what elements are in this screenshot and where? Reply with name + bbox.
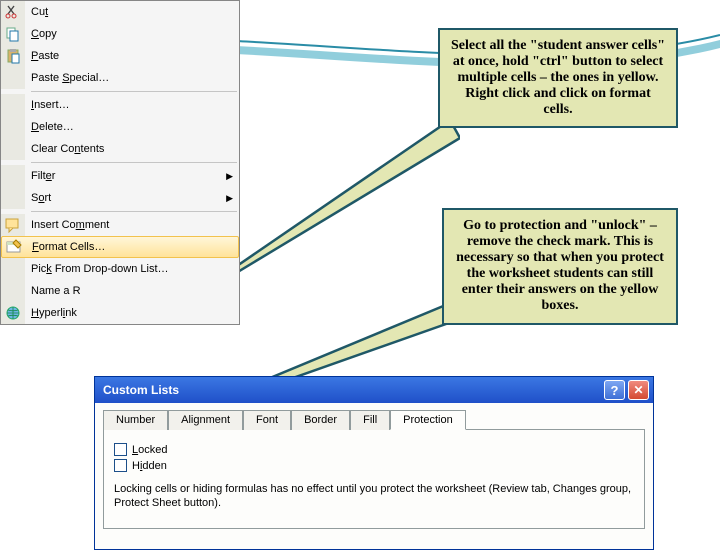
menu-delete[interactable]: Delete…: [1, 116, 239, 138]
menu-sort-label: Sort: [31, 192, 226, 204]
context-menu: Cut Copy Paste Paste Special… Insert… De…: [0, 0, 240, 325]
paste-icon: [5, 48, 21, 64]
menu-clear-label: Clear Contents: [31, 143, 233, 155]
protection-hint: Locking cells or hiding formulas has no …: [114, 482, 634, 511]
menu-cut-label: Cut: [31, 6, 233, 18]
menu-hyperlink-label: Hyperlink: [31, 307, 233, 319]
help-icon: ?: [611, 383, 619, 398]
tab-border[interactable]: Border: [291, 410, 350, 430]
submenu-arrow-icon: ▶: [226, 193, 233, 204]
menu-name-range[interactable]: Name a R: [1, 280, 239, 302]
separator: [31, 91, 237, 92]
menu-filter[interactable]: Filter ▶: [1, 165, 239, 187]
close-icon: ✕: [633, 383, 643, 397]
separator: [31, 211, 237, 212]
menu-insert-comment-label: Insert Comment: [31, 219, 233, 231]
dialog-body: Number Alignment Font Border Fill Protec…: [95, 403, 653, 549]
dialog-tabs: Number Alignment Font Border Fill Protec…: [103, 409, 645, 429]
menu-insert-label: Insert…: [31, 99, 233, 111]
menu-cut[interactable]: Cut: [1, 1, 239, 23]
locked-checkbox-row[interactable]: Locked: [114, 443, 634, 456]
locked-label: Locked: [132, 444, 167, 456]
menu-insert-comment[interactable]: Insert Comment: [1, 214, 239, 236]
tab-alignment[interactable]: Alignment: [168, 410, 243, 430]
menu-pick-list-label: Pick From Drop-down List…: [31, 263, 233, 275]
hidden-checkbox[interactable]: [114, 459, 127, 472]
dialog-close-button[interactable]: ✕: [628, 380, 649, 400]
dialog-help-button[interactable]: ?: [604, 380, 625, 400]
hidden-checkbox-row[interactable]: Hidden: [114, 459, 634, 472]
menu-filter-label: Filter: [31, 170, 226, 182]
separator: [31, 162, 237, 163]
hidden-label: Hidden: [132, 460, 167, 472]
comment-icon: [5, 217, 21, 233]
callout-protection: Go to protection and "unlock" – remove t…: [442, 208, 678, 325]
format-cells-dialog: Custom Lists ? ✕ Number Alignment Font B…: [94, 376, 654, 550]
tab-protection[interactable]: Protection: [390, 410, 466, 430]
tab-number[interactable]: Number: [103, 410, 168, 430]
protection-pane: Locked Hidden Locking cells or hiding fo…: [103, 429, 645, 529]
tab-font[interactable]: Font: [243, 410, 291, 430]
menu-delete-label: Delete…: [31, 121, 233, 133]
menu-paste-special-label: Paste Special…: [31, 72, 233, 84]
cut-icon: [5, 4, 21, 20]
menu-format-cells[interactable]: Format Cells…: [1, 236, 239, 258]
menu-format-cells-label: Format Cells…: [32, 241, 232, 253]
menu-copy[interactable]: Copy: [1, 23, 239, 45]
menu-name-range-label: Name a R: [31, 285, 233, 297]
menu-clear-contents[interactable]: Clear Contents: [1, 138, 239, 160]
dialog-title-text: Custom Lists: [103, 383, 601, 397]
menu-copy-label: Copy: [31, 28, 233, 40]
callout-select-cells: Select all the "student answer cells" at…: [438, 28, 678, 128]
copy-icon: [5, 26, 21, 42]
locked-checkbox[interactable]: [114, 443, 127, 456]
menu-pick-from-list[interactable]: Pick From Drop-down List…: [1, 258, 239, 280]
menu-insert[interactable]: Insert…: [1, 94, 239, 116]
submenu-arrow-icon: ▶: [226, 171, 233, 182]
menu-hyperlink[interactable]: Hyperlink: [1, 302, 239, 324]
menu-paste-special[interactable]: Paste Special…: [1, 67, 239, 89]
menu-sort[interactable]: Sort ▶: [1, 187, 239, 209]
menu-paste[interactable]: Paste: [1, 45, 239, 67]
hyperlink-icon: [5, 305, 21, 321]
tab-fill[interactable]: Fill: [350, 410, 390, 430]
menu-paste-label: Paste: [31, 50, 233, 62]
dialog-titlebar[interactable]: Custom Lists ? ✕: [95, 377, 653, 403]
format-cells-icon: [6, 239, 22, 255]
